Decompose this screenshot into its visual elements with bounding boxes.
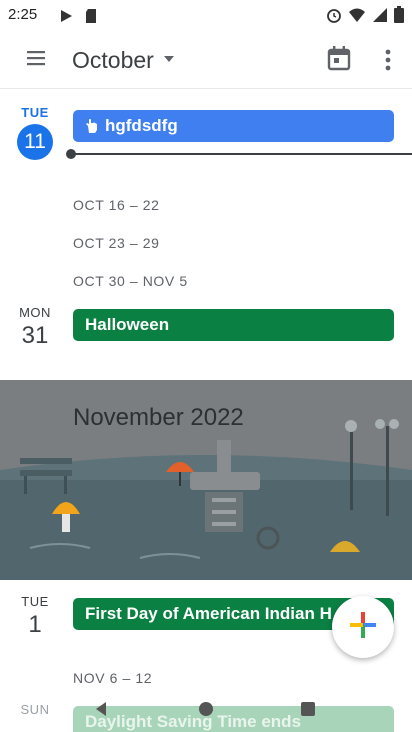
nav-home-button[interactable] bbox=[191, 696, 221, 726]
week-range-label[interactable]: OCT 30 – NOV 5 bbox=[73, 273, 188, 289]
status-icons bbox=[326, 6, 404, 28]
day-header[interactable]: TUE 1 bbox=[0, 594, 70, 639]
more-vert-icon bbox=[376, 49, 400, 80]
day-of-week: TUE bbox=[21, 594, 49, 609]
current-time-line bbox=[68, 153, 412, 155]
event-title: First Day of American Indian H bbox=[85, 604, 332, 623]
date-number: 31 bbox=[21, 322, 49, 349]
nav-back-button[interactable] bbox=[86, 696, 116, 726]
app-bar-divider bbox=[0, 88, 412, 89]
day-header-today[interactable]: TUE 11 bbox=[0, 105, 70, 160]
status-time: 2:25 bbox=[8, 6, 38, 23]
main-menu-button[interactable] bbox=[18, 44, 54, 76]
today-date-circle: 11 bbox=[17, 124, 53, 160]
create-event-button[interactable] bbox=[332, 596, 394, 658]
home-icon bbox=[197, 700, 215, 723]
date-number: 1 bbox=[28, 611, 42, 638]
week-range-label[interactable]: OCT 16 – 22 bbox=[73, 197, 160, 213]
hand-icon bbox=[85, 118, 99, 134]
month-label: October bbox=[72, 46, 154, 73]
month-banner-title: November 2022 bbox=[73, 404, 244, 431]
wifi-icon bbox=[348, 7, 366, 28]
current-time-dot bbox=[66, 149, 76, 159]
event-chip-hgfdsdfg[interactable]: hgfdsdfg bbox=[73, 110, 394, 142]
alarm-icon bbox=[326, 7, 342, 28]
system-nav-bar bbox=[0, 690, 412, 732]
add-icon bbox=[348, 610, 378, 645]
week-range-label[interactable]: OCT 23 – 29 bbox=[73, 235, 160, 251]
event-chip-halloween[interactable]: Halloween bbox=[73, 309, 394, 341]
caret-down-icon bbox=[162, 51, 176, 69]
day-header[interactable]: MON 31 bbox=[0, 305, 70, 350]
recents-icon bbox=[299, 700, 317, 723]
calendar-today-icon bbox=[324, 46, 354, 78]
status-bar: 2:25 bbox=[0, 0, 412, 32]
day-of-week: TUE bbox=[21, 105, 49, 120]
hamburger-menu-icon bbox=[25, 50, 47, 71]
more-options-button[interactable] bbox=[376, 44, 400, 76]
week-range-label[interactable]: NOV 6 – 12 bbox=[73, 670, 152, 686]
event-title: Halloween bbox=[85, 315, 170, 334]
signal-icon bbox=[372, 7, 388, 28]
sd-card-icon bbox=[84, 8, 98, 29]
app-bar: October bbox=[0, 32, 412, 88]
battery-icon bbox=[394, 6, 404, 28]
nav-recents-button[interactable] bbox=[293, 696, 323, 726]
back-icon bbox=[92, 700, 110, 723]
event-title: hgfdsdfg bbox=[105, 116, 178, 135]
month-selector-button[interactable]: October bbox=[72, 42, 176, 78]
month-banner: November 2022 bbox=[0, 380, 412, 580]
today-button[interactable] bbox=[324, 42, 356, 76]
play-protect-icon bbox=[58, 8, 74, 29]
day-of-week: MON bbox=[19, 305, 51, 320]
